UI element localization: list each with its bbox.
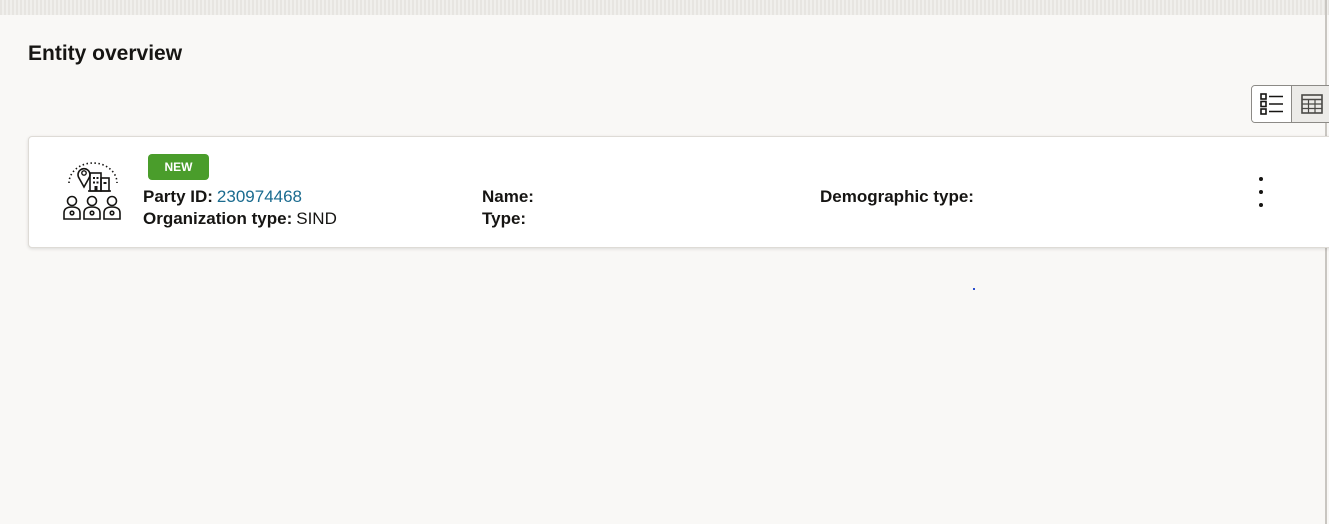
name-field: Name: — [482, 187, 538, 207]
status-badge: NEW — [148, 154, 209, 180]
more-vertical-icon-dot — [1259, 190, 1263, 194]
name-label: Name: — [482, 187, 534, 206]
more-vertical-icon-dot — [1259, 177, 1263, 181]
view-toggle — [1251, 85, 1329, 123]
party-id-label: Party ID: — [143, 187, 213, 206]
list-view-button[interactable] — [1252, 86, 1292, 122]
more-actions-button[interactable] — [1251, 177, 1271, 207]
type-label: Type: — [482, 209, 527, 228]
organization-people-icon — [63, 162, 121, 220]
more-vertical-icon-dot — [1259, 203, 1263, 207]
stray-dot — [973, 288, 975, 290]
entity-card[interactable]: NEW Party ID: 230974468 Organization type… — [28, 136, 1329, 248]
list-view-icon — [1259, 93, 1283, 115]
page-scroll-edge — [1325, 0, 1327, 524]
page-title: Entity overview — [28, 42, 183, 65]
organization-type-value: SIND — [296, 209, 337, 228]
table-view-button[interactable] — [1292, 86, 1329, 122]
table-view-icon — [1301, 94, 1323, 114]
party-id-link[interactable]: 230974468 — [217, 187, 302, 206]
type-field: Type: — [482, 209, 530, 229]
demographic-type-field: Demographic type: — [820, 187, 978, 207]
party-id-field: Party ID: 230974468 — [143, 187, 302, 207]
organization-type-label: Organization type: — [143, 209, 293, 228]
organization-type-field: Organization type: SIND — [143, 209, 337, 229]
top-header-strip — [0, 0, 1329, 15]
demographic-type-label: Demographic type: — [820, 187, 974, 206]
